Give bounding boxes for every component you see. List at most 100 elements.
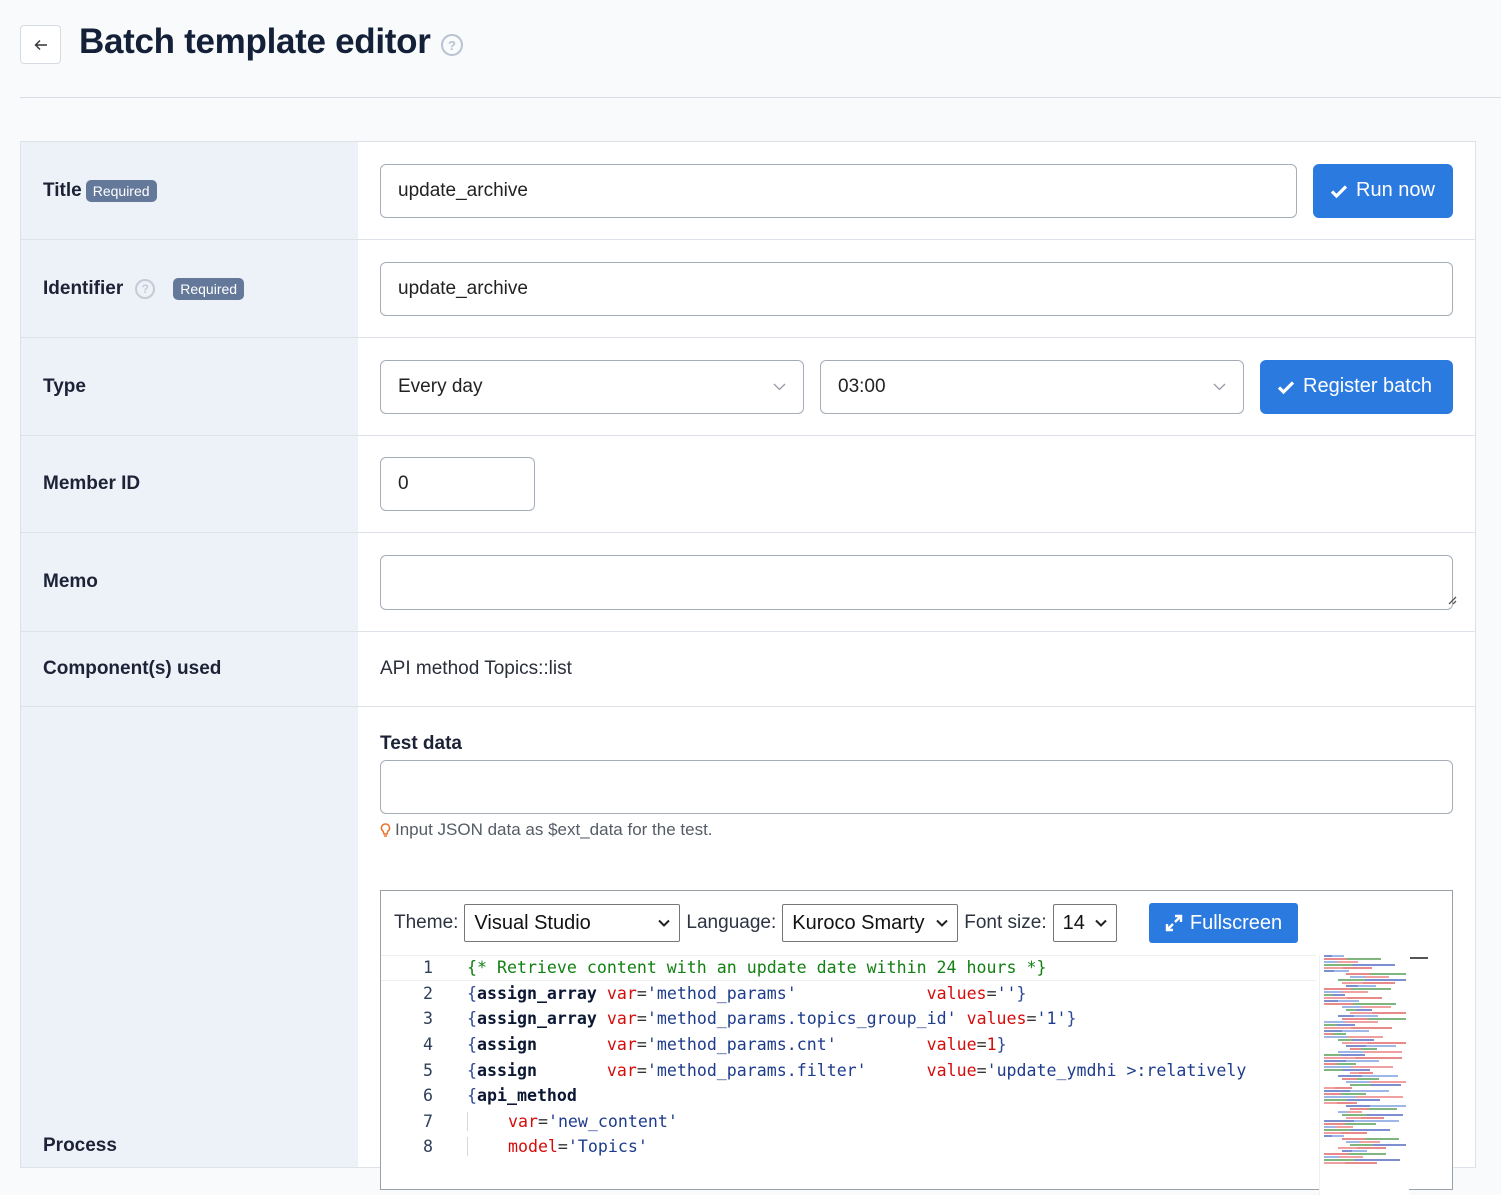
register-batch-button[interactable]: Register batch	[1260, 359, 1453, 414]
code-token: =	[976, 1060, 987, 1080]
memo-textarea[interactable]	[380, 554, 1453, 610]
minimap-line	[1324, 1153, 1386, 1155]
minimap-line	[1350, 1144, 1406, 1146]
code-line[interactable]: 5 {assign var='method_params.filter' valu…	[381, 1057, 1316, 1083]
identifier-label: Identifier	[43, 277, 124, 299]
minimap-line	[1324, 1120, 1399, 1122]
test-data-hint: Input JSON data as $ext_data for the tes…	[380, 820, 1453, 840]
minimap-line	[1324, 1060, 1379, 1062]
code-editor: Theme: Visual Studio Language: Kuroco Sm…	[380, 890, 1453, 1195]
code-line[interactable]: 4 {assign var='method_params.cnt' value=1…	[381, 1032, 1316, 1058]
minimap-line	[1324, 964, 1395, 966]
run-now-button[interactable]: Run now	[1313, 163, 1453, 218]
theme-value: Visual Studio	[474, 911, 591, 934]
components-label: Component(s) used	[43, 658, 222, 679]
back-button[interactable]	[20, 25, 61, 64]
label-cell: Process	[21, 707, 358, 1167]
code-token: assign	[477, 1060, 537, 1080]
label-cell: Title Required	[21, 142, 358, 239]
member-id-input[interactable]: 0	[380, 457, 535, 511]
minimap-line	[1338, 1039, 1374, 1041]
code-token: 'update_ymdhi >:relatively	[986, 1060, 1247, 1080]
minimap-line	[1324, 1000, 1359, 1002]
question-circle-icon[interactable]: ?	[135, 278, 156, 299]
code-line[interactable]: 8 model='Topics'	[381, 1134, 1316, 1160]
language-label: Language:	[686, 912, 777, 933]
minimap-line	[1346, 1141, 1380, 1143]
minimap-line	[1338, 1075, 1398, 1077]
hint-text: Input JSON data as $ext_data for the tes…	[395, 820, 713, 839]
run-now-label: Run now	[1356, 179, 1435, 201]
value-cell: update_archive Run now	[358, 142, 1475, 239]
code-token: assign_array	[477, 983, 597, 1003]
code-token: 'method_params.filter'	[646, 1060, 867, 1080]
minimap-line	[1324, 1024, 1355, 1026]
minimap-line	[1338, 1015, 1378, 1017]
page-header: Batch template editor ?	[20, 0, 1501, 98]
minimap-line	[1324, 994, 1345, 996]
check-icon	[1277, 380, 1295, 394]
minimap-line	[1324, 1066, 1393, 1068]
identifier-input[interactable]: update_archive	[380, 261, 1453, 316]
minimap-line	[1346, 1117, 1384, 1119]
code-content: {assign_array var='method_params.topics_…	[467, 1009, 1077, 1028]
theme-select[interactable]: Visual Studio	[464, 904, 681, 942]
code-token: assign_array	[477, 1009, 597, 1029]
code-token: var	[606, 1060, 637, 1080]
minimap-line	[1338, 1111, 1362, 1113]
minimap-line	[1338, 1051, 1402, 1053]
font-size-value: 14	[1062, 911, 1085, 934]
value-cell	[358, 533, 1475, 631]
label-cell: Type	[21, 338, 358, 435]
code-token: =	[557, 1137, 568, 1157]
minimap-line	[1342, 1042, 1406, 1044]
line-number: 3	[423, 1009, 433, 1029]
test-data-label: Test data	[380, 733, 463, 754]
minimap-line	[1342, 1018, 1406, 1020]
code-line[interactable]: 3 {assign_array var='method_params.topics…	[381, 1006, 1316, 1032]
batch-form: Title Required update_archive Run now Id…	[20, 141, 1476, 1195]
row-memo: Memo	[21, 533, 1475, 632]
value-cell: Every day 03:00 Register batch	[358, 338, 1475, 435]
code-line[interactable]: 6 {api_method	[381, 1083, 1316, 1109]
frequency-select[interactable]: Every day	[380, 359, 804, 414]
code-token: =	[1026, 1009, 1037, 1029]
code-token: assign	[477, 1035, 537, 1055]
question-circle-icon[interactable]: ?	[441, 34, 463, 56]
code-line[interactable]: 2 {assign_array var='method_params' value…	[381, 981, 1316, 1007]
label-cell: Component(s) used	[21, 632, 358, 706]
code-area[interactable]: 1 {* Retrieve content with an update date…	[381, 955, 1316, 1195]
time-select[interactable]: 03:00	[820, 359, 1244, 414]
title-input[interactable]: update_archive	[380, 163, 1297, 218]
language-select[interactable]: Kuroco Smarty	[782, 904, 959, 942]
minimap-scroll-handle[interactable]	[1410, 957, 1428, 959]
editor-toolbar: Theme: Visual Studio Language: Kuroco Sm…	[394, 904, 1123, 942]
code-token: 'method_params.cnt'	[646, 1035, 837, 1055]
code-line[interactable]: 1 {* Retrieve content with an update date…	[381, 955, 1316, 981]
test-data-textarea[interactable]	[380, 760, 1453, 814]
minimap-line	[1324, 1132, 1367, 1134]
code-minimap[interactable]	[1319, 955, 1409, 1195]
minimap-line	[1324, 1036, 1383, 1038]
minimap-line	[1324, 988, 1391, 990]
row-title: Title Required update_archive Run now	[21, 142, 1475, 240]
minimap-line	[1324, 1054, 1365, 1056]
code-line[interactable]: 7 var='new_content'	[381, 1109, 1316, 1135]
process-label: Process	[43, 1135, 117, 1156]
code-content: {assign_array var='method_params' values…	[467, 984, 1027, 1003]
minimap-line	[1324, 958, 1381, 960]
resize-handle-icon[interactable]	[1445, 593, 1457, 605]
minimap-line	[1324, 1093, 1366, 1095]
code-token: values	[966, 1009, 1027, 1029]
fullscreen-button[interactable]: Fullscreen	[1149, 903, 1298, 943]
minimap-line	[1324, 967, 1372, 969]
font-size-select[interactable]: 14	[1052, 904, 1117, 942]
